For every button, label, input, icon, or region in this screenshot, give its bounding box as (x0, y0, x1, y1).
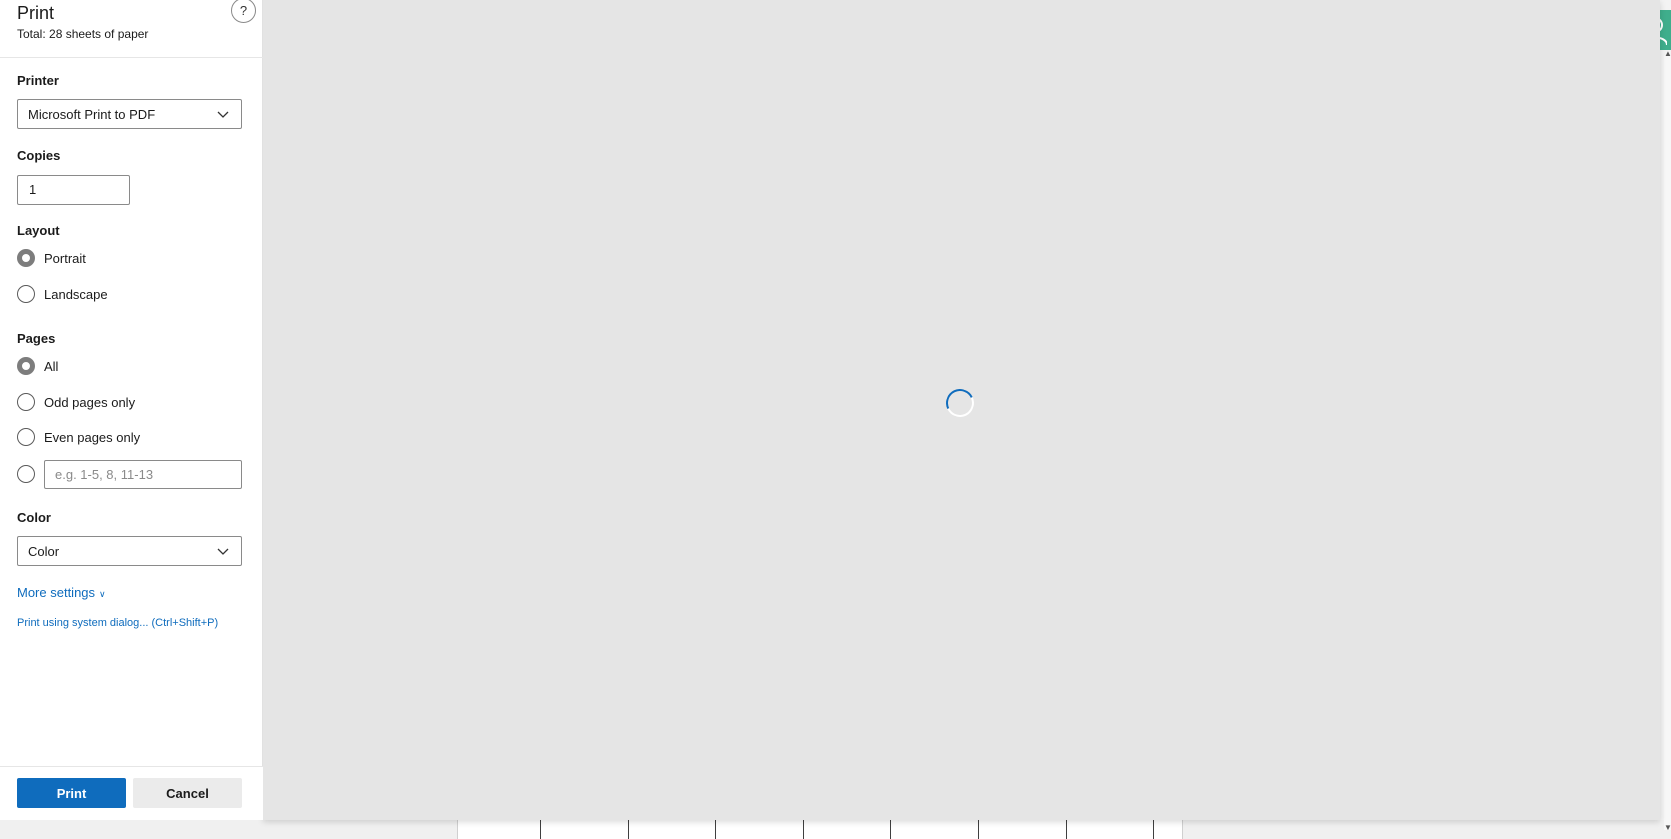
radio-label: Odd pages only (44, 394, 136, 410)
chevron-down-icon (217, 548, 229, 555)
panel-header: Print Total: 28 sheets of paper ? (0, 0, 263, 58)
color-selected-value: Color (28, 544, 60, 559)
radio-button[interactable] (17, 393, 35, 411)
radio-label: All (44, 358, 59, 374)
scroll-up-icon[interactable]: ▲ (1664, 48, 1671, 60)
radio-button[interactable] (17, 357, 35, 375)
help-icon[interactable]: ? (231, 0, 256, 23)
chevron-down-icon: ∨ (99, 589, 106, 599)
radio-button[interactable] (17, 285, 35, 303)
color-select[interactable]: Color (17, 536, 242, 566)
layout-label: Layout (17, 223, 60, 238)
copies-label: Copies (17, 148, 61, 163)
radio-button[interactable] (17, 249, 35, 267)
radio-label: Portrait (44, 250, 86, 266)
print-settings-panel: Print Total: 28 sheets of paper ? Printe… (0, 0, 263, 820)
table-column-divider (978, 820, 979, 839)
table-column-divider (890, 820, 891, 839)
background-table-edge (457, 820, 1183, 839)
printer-select[interactable]: Microsoft Print to PDF (17, 99, 242, 129)
radio-label: Landscape (44, 286, 108, 302)
radio-label: Even pages only (44, 429, 141, 445)
color-label: Color (17, 510, 51, 525)
radio-button[interactable] (17, 428, 35, 446)
table-column-divider (715, 820, 716, 839)
system-dialog-link[interactable]: Print using system dialog... (Ctrl+Shift… (17, 617, 218, 629)
copies-input[interactable]: 1 (17, 175, 130, 205)
more-settings-link[interactable]: More settings ∨ (17, 585, 106, 600)
print-button[interactable]: Print (17, 778, 126, 808)
page-title: Print (17, 3, 55, 23)
background-page-strip (0, 820, 1671, 839)
table-column-divider (628, 820, 629, 839)
printer-label: Printer (17, 73, 59, 88)
page-scrollbar[interactable] (1664, 55, 1671, 830)
printer-selected-value: Microsoft Print to PDF (28, 107, 156, 122)
pages-option-custom[interactable] (17, 463, 35, 485)
page-range-input[interactable]: e.g. 1-5, 8, 11-13 (44, 460, 242, 489)
pages-option-even[interactable]: Even pages only (17, 426, 140, 448)
pages-option-all[interactable]: All (17, 355, 58, 377)
radio-button[interactable] (17, 465, 35, 483)
cancel-button[interactable]: Cancel (133, 778, 242, 808)
panel-footer: Print Cancel (0, 766, 263, 820)
pages-option-odd[interactable]: Odd pages only (17, 391, 135, 413)
scroll-down-icon[interactable]: ▼ (1664, 822, 1671, 834)
table-column-divider (1066, 820, 1067, 839)
chevron-down-icon (217, 111, 229, 118)
table-column-divider (1153, 820, 1154, 839)
more-settings-label: More settings (17, 585, 96, 600)
sheet-count: Total: 28 sheets of paper (17, 27, 149, 41)
table-column-divider (803, 820, 804, 839)
pages-label: Pages (17, 331, 56, 346)
layout-option-landscape[interactable]: Landscape (17, 283, 108, 305)
layout-option-portrait[interactable]: Portrait (17, 247, 86, 269)
table-column-divider (540, 820, 541, 839)
